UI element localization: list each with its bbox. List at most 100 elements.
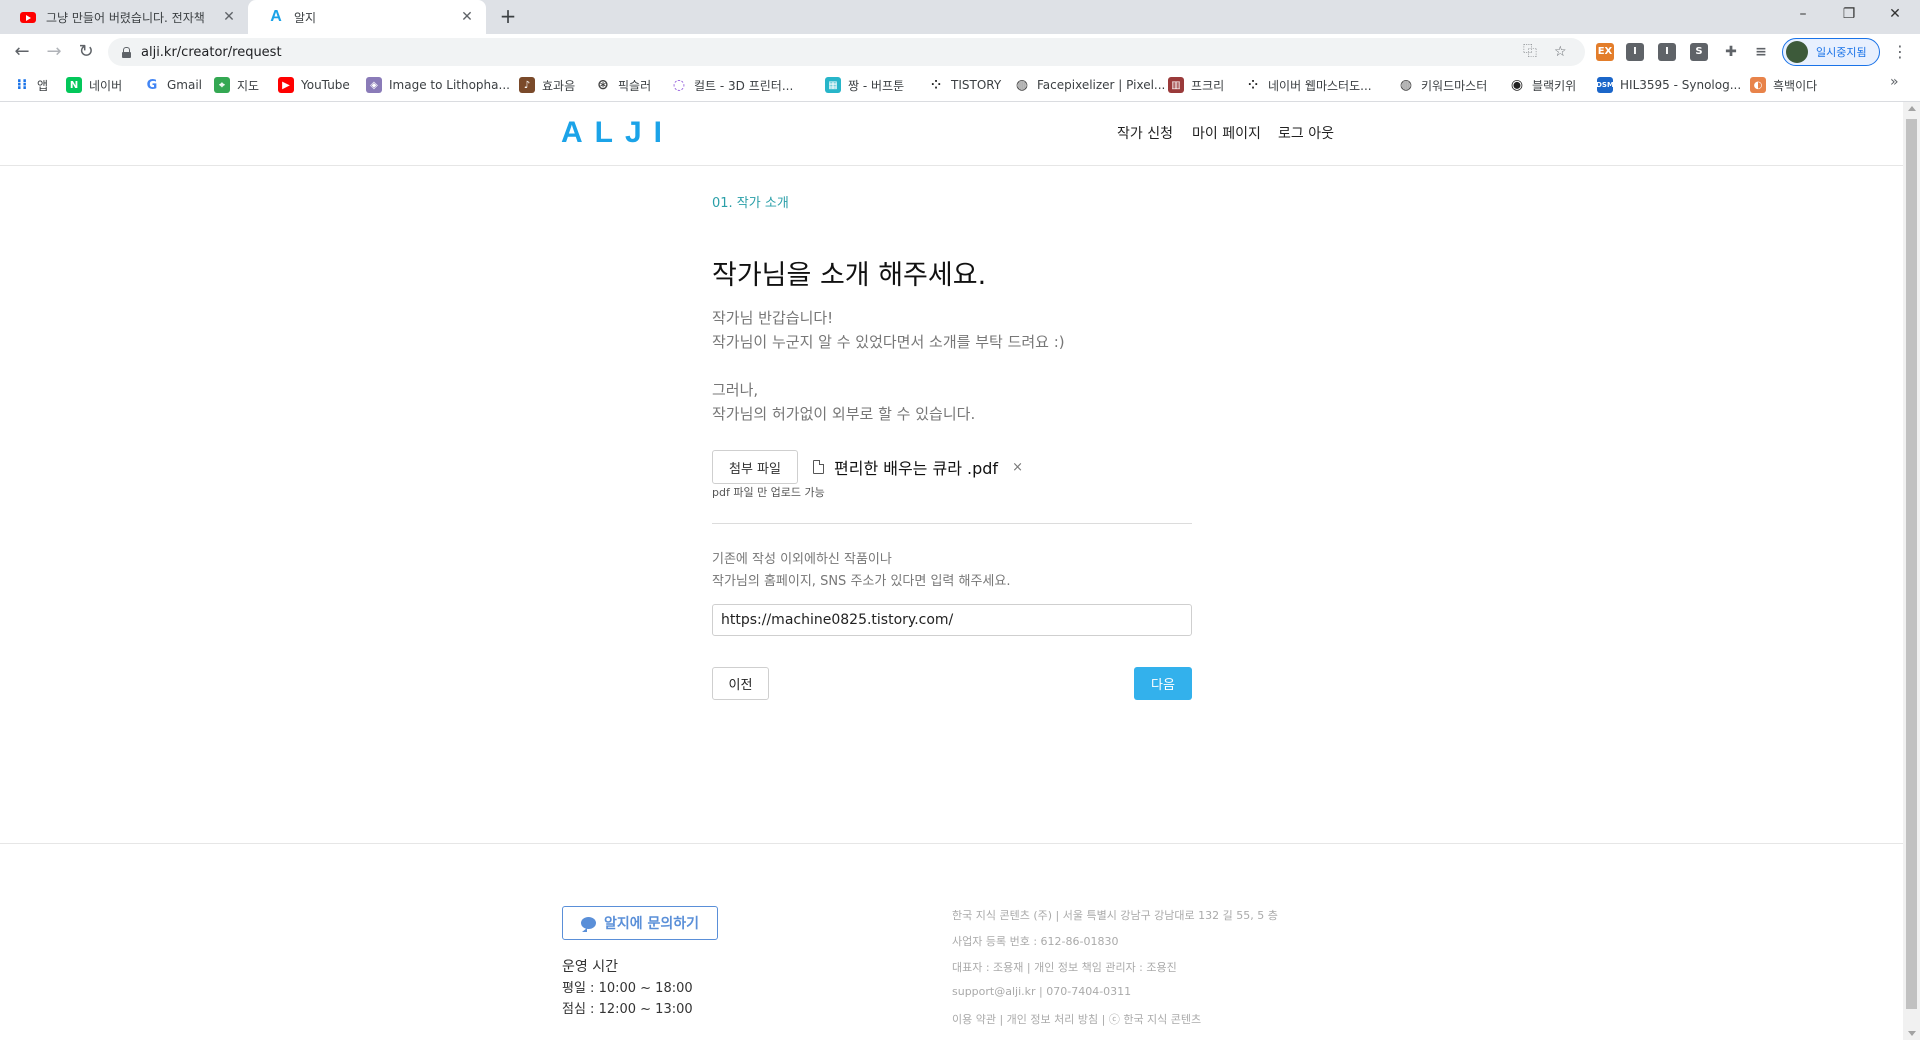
- globe-icon: ◍: [1399, 77, 1413, 93]
- extension-3-icon[interactable]: I: [1658, 43, 1676, 61]
- new-tab-button[interactable]: +: [496, 5, 520, 29]
- intro-text-line2: 작가님이 누군지 알 수 있었다면서 소개를 부탁 드려요 :): [712, 333, 1065, 351]
- page-scrollbar[interactable]: [1903, 102, 1920, 1040]
- bookmark-label: 블랙키위: [1532, 78, 1577, 93]
- translate-icon[interactable]: ⿻: [1523, 38, 1537, 66]
- address-bar[interactable]: alji.kr/creator/request ⿻ ☆: [108, 38, 1585, 66]
- upload-note: pdf 파일 만 업로드 가능: [712, 486, 825, 499]
- section-divider: [712, 523, 1192, 524]
- bookmark-naver[interactable]: N 네이버: [66, 70, 122, 100]
- bookmark-label: TISTORY: [951, 78, 1002, 92]
- bookmark-synology[interactable]: DSM HIL3595 - Synolog...: [1596, 70, 1741, 100]
- lock-icon: [122, 46, 131, 58]
- site-logo[interactable]: ALJI: [561, 116, 674, 150]
- extension-1-icon[interactable]: EX: [1596, 43, 1614, 61]
- works-url-input[interactable]: [712, 604, 1192, 636]
- bookmark-label: Facepixelizer | Pixel...: [1037, 78, 1166, 92]
- close-tab-icon[interactable]: ✕: [220, 9, 238, 25]
- scroll-down-icon[interactable]: [1908, 1031, 1916, 1036]
- forward-button[interactable]: →: [42, 40, 66, 64]
- lithophane-icon: ◈: [366, 77, 382, 93]
- bookmark-tistory[interactable]: ⁘ TISTORY: [928, 70, 1001, 100]
- bookmark-star-icon[interactable]: ☆: [1554, 38, 1567, 66]
- minimize-button[interactable]: –: [1780, 0, 1826, 30]
- tab-title: 알지: [294, 10, 317, 25]
- more-bookmarks-icon[interactable]: »: [1890, 74, 1899, 90]
- bookmark-monochrome[interactable]: ◐ 흑백이다: [1750, 70, 1817, 100]
- company-info: 한국 지식 콘텐츠 (주) | 서울 특별시 강남구 강남대로 132 길 55…: [952, 909, 1278, 922]
- bookmark-label: Gmail: [167, 78, 203, 92]
- bookmark-buff[interactable]: ▦ 짱 - 버프툰: [825, 70, 904, 100]
- naver-webmaster-icon: ⁘: [1247, 78, 1259, 92]
- close-window-button[interactable]: ✕: [1872, 0, 1918, 30]
- alji-favicon: A: [270, 8, 282, 25]
- reading-list-icon[interactable]: ≡: [1752, 43, 1770, 61]
- attached-file-name: 편리한 배우는 큐라 .pdf: [834, 459, 999, 478]
- browser-tab-alji[interactable]: A 알지 ✕: [248, 0, 486, 34]
- attach-file-button[interactable]: 첨부 파일: [712, 450, 798, 484]
- bookmark-maps[interactable]: ⌖ 지도: [214, 70, 259, 100]
- attached-file: 편리한 배우는 큐라 .pdf ×: [813, 456, 1023, 478]
- nav-my-page[interactable]: 마이 페이지: [1192, 102, 1261, 166]
- bookmark-lithophane[interactable]: ◈ Image to Lithopha...: [366, 70, 510, 100]
- nav-logout[interactable]: 로그 아웃: [1278, 102, 1334, 166]
- works-description-line2: 작가님의 홈페이지, SNS 주소가 있다면 입력 해주세요.: [712, 574, 1011, 589]
- browser-toolbar: ← → ↻ alji.kr/creator/request ⿻ ☆ EX I I…: [0, 34, 1920, 70]
- site-footer: 알지에 문의하기 운영 시간 평일 : 10:00 ~ 18:00 점심 : 1…: [0, 843, 1903, 1040]
- tab-title: 그냥 만들어 버렸습니다. 전자책: [46, 10, 205, 25]
- bookmark-blackkiwi[interactable]: ◉ 블랙키위: [1509, 70, 1576, 100]
- bookmark-naver-webmaster[interactable]: ⁘ 네이버 웹마스터도...: [1245, 70, 1372, 100]
- extensions-puzzle-icon[interactable]: ✚: [1722, 43, 1740, 61]
- remove-file-icon[interactable]: ×: [1012, 460, 1023, 475]
- profile-status: 일시중지됨: [1816, 46, 1867, 59]
- extension-2-icon[interactable]: I: [1626, 43, 1644, 61]
- intro-text-line3: 그러나,: [712, 381, 759, 399]
- close-tab-icon[interactable]: ✕: [458, 9, 476, 25]
- bookmark-apps[interactable]: ⁝⁝ 앱: [14, 70, 48, 100]
- step-indicator: 01. 작가 소개: [712, 196, 789, 211]
- extension-4-icon[interactable]: S: [1690, 43, 1708, 61]
- bookmark-label: 픽슬러: [618, 78, 652, 93]
- bookmark-label: 네이버: [89, 78, 123, 93]
- restore-button[interactable]: ❐: [1826, 0, 1872, 30]
- bookmark-cult[interactable]: ◌ 컬트 - 3D 프린터...: [671, 70, 793, 100]
- page-title: 작가님을 소개 해주세요.: [712, 260, 987, 291]
- back-button[interactable]: ←: [10, 40, 34, 64]
- reload-button[interactable]: ↻: [74, 40, 98, 64]
- bookmark-label: 흑백이다: [1773, 78, 1818, 93]
- browser-tab-youtube[interactable]: 그냥 만들어 버렸습니다. 전자책 ✕: [0, 0, 248, 34]
- url-text: alji.kr/creator/request: [141, 44, 282, 60]
- bookmark-pixlr[interactable]: ⊛ 픽슬러: [595, 70, 651, 100]
- bookmark-sound[interactable]: ♪ 효과음: [519, 70, 575, 100]
- bookmark-facepixelizer[interactable]: ◍ Facepixelizer | Pixel...: [1014, 70, 1165, 100]
- contact-button[interactable]: 알지에 문의하기: [562, 906, 718, 940]
- tistory-icon: ⁘: [930, 78, 942, 92]
- blackkiwi-icon: ◉: [1510, 77, 1524, 93]
- scrollbar-thumb[interactable]: [1906, 119, 1917, 1009]
- bookmark-label: 프크리: [1191, 78, 1225, 93]
- cult-icon: ◌: [672, 77, 686, 93]
- scroll-up-icon[interactable]: [1908, 106, 1916, 111]
- nav-creator-apply[interactable]: 작가 신청: [1117, 102, 1173, 166]
- bookmark-keyword-master[interactable]: ◍ 키워드마스터: [1398, 70, 1487, 100]
- bookmark-youtube[interactable]: ▶ YouTube: [278, 70, 350, 100]
- legal-links[interactable]: 이용 약관 | 개인 정보 처리 방침 | ⓒ 한국 지식 콘텐츠: [952, 1011, 1201, 1027]
- contact-button-label: 알지에 문의하기: [603, 916, 700, 932]
- youtube-icon: [20, 9, 36, 25]
- youtube-icon: ▶: [278, 77, 294, 93]
- chrome-menu-icon[interactable]: ⋮: [1890, 40, 1910, 64]
- prev-button[interactable]: 이전: [712, 667, 769, 700]
- next-button[interactable]: 다음: [1134, 667, 1192, 700]
- hours-lunch: 점심 : 12:00 ~ 13:00: [562, 1002, 693, 1017]
- bookmark-label: 키워드마스터: [1421, 78, 1488, 93]
- bookmark-label: 짱 - 버프툰: [848, 78, 905, 93]
- profile-button[interactable]: 일시중지됨: [1782, 38, 1880, 66]
- apps-grid-icon: ⁝⁝: [16, 77, 28, 93]
- bookmark-pkri[interactable]: ▥ 프크리: [1168, 70, 1224, 100]
- bookmark-gmail[interactable]: G Gmail: [144, 70, 202, 100]
- bookmark-label: 컬트 - 3D 프린터...: [694, 78, 794, 93]
- avatar: [1786, 41, 1808, 63]
- sound-icon: ♪: [519, 77, 535, 93]
- bookmark-label: 지도: [237, 78, 260, 93]
- globe-icon: ◍: [1015, 77, 1029, 93]
